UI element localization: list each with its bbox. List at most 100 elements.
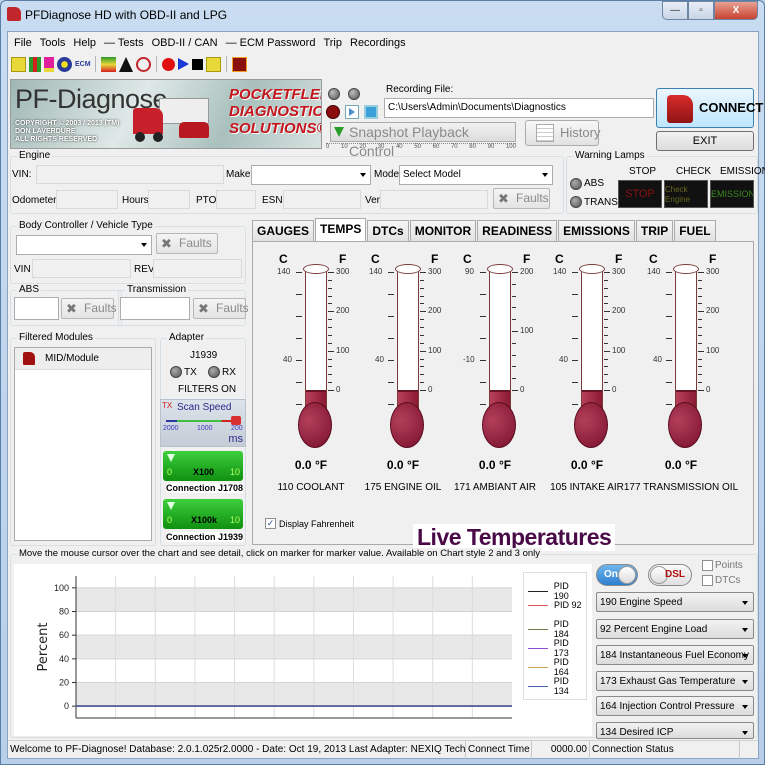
play-button[interactable] xyxy=(345,105,359,119)
gear-icon[interactable] xyxy=(57,56,72,72)
f-major-tick xyxy=(328,350,334,352)
vin-field[interactable] xyxy=(36,165,224,184)
pto-field[interactable] xyxy=(216,190,256,209)
pid-select-1[interactable]: 190 Engine Speed xyxy=(596,592,754,612)
recording-file-input[interactable]: C:\Users\Admin\Documents\Diagnostics xyxy=(384,98,654,118)
chart-icon[interactable] xyxy=(101,56,116,72)
app-window: PFDiagnose HD with OBD-II and LPG — ▫ X … xyxy=(0,0,765,765)
rx-led xyxy=(208,366,220,378)
esn-field[interactable] xyxy=(283,190,361,209)
points-label: Points xyxy=(715,560,743,571)
menu-obd-can[interactable]: OBD-II / CAN xyxy=(148,37,222,49)
c-tick-label: 140 xyxy=(553,267,567,276)
connect-button[interactable]: CONNECT xyxy=(656,88,763,128)
snapshot-playback-button[interactable]: Snapshot Playback Control xyxy=(330,122,516,159)
f-minor-tick xyxy=(328,319,332,321)
f-minor-tick xyxy=(328,327,332,329)
playback-scale[interactable]: 0 10 20 30 40 50 60 70 80 90 100 xyxy=(326,143,516,152)
tab-monitor[interactable]: MONITOR xyxy=(409,220,477,241)
vehicle-type-select[interactable] xyxy=(16,235,152,255)
pid-select-5[interactable]: 164 Injection Control Pressure xyxy=(596,696,754,716)
thermometer-cap xyxy=(579,264,605,274)
menu-recordings[interactable]: Recordings xyxy=(346,37,410,49)
engine-icon[interactable] xyxy=(136,56,151,72)
fahrenheit-label: F xyxy=(339,252,347,266)
tab-fuel[interactable]: FUEL xyxy=(674,220,716,241)
tab-temps[interactable]: TEMPS xyxy=(315,218,367,241)
engine-faults-button[interactable]: ✖ Faults xyxy=(493,188,550,209)
points-checkbox[interactable] xyxy=(702,560,713,571)
rev-label: REV xyxy=(134,264,155,275)
f-minor-tick xyxy=(512,295,516,297)
transmission-faults-button[interactable]: ✖ Faults xyxy=(193,298,249,319)
make-select[interactable] xyxy=(251,165,371,185)
pid-select-2[interactable]: 92 Percent Engine Load xyxy=(596,619,754,639)
tab-trip[interactable]: TRIP xyxy=(635,220,674,241)
tab-emissions[interactable]: EMISSIONS xyxy=(558,220,635,241)
thermometer-bulb xyxy=(390,402,424,448)
menu-tests[interactable]: — Tests xyxy=(100,37,148,49)
chart-canvas[interactable]: 100 80 60 40 20 0 Percent PID 190 PID 92 PID 184… xyxy=(14,564,592,736)
f-tick-label: 100 xyxy=(706,345,720,355)
dsl-toggle[interactable]: DSL xyxy=(648,564,692,586)
abs-field[interactable] xyxy=(14,297,59,320)
ver-field[interactable] xyxy=(380,190,488,209)
temperature-reading: 0.0 °F xyxy=(386,458,420,472)
maximize-button[interactable]: ▫ xyxy=(688,1,714,20)
c-tick xyxy=(388,272,394,273)
menu-file[interactable]: File xyxy=(10,37,36,49)
tab-gauges[interactable]: GAUGES xyxy=(252,220,315,241)
menu-help[interactable]: Help xyxy=(69,37,100,49)
rev-field[interactable] xyxy=(153,259,242,278)
y-tick-label: 20 xyxy=(59,678,69,688)
f-minor-tick xyxy=(328,366,332,368)
connector-icon[interactable] xyxy=(29,56,41,72)
history-button[interactable]: History xyxy=(525,120,600,146)
ecm-icon[interactable]: ECM xyxy=(75,57,91,72)
celsius-label: C xyxy=(649,252,658,266)
fahrenheit-label: F xyxy=(431,252,439,266)
close-button[interactable]: X xyxy=(714,1,758,20)
play-icon[interactable] xyxy=(178,58,189,70)
faults-icon: ✖ xyxy=(66,301,77,316)
f-minor-tick xyxy=(512,354,516,356)
minimize-button[interactable]: — xyxy=(662,1,688,20)
exit-button[interactable]: EXIT xyxy=(656,131,754,151)
hours-field[interactable] xyxy=(148,190,190,209)
record-button[interactable] xyxy=(326,105,340,119)
display-fahrenheit-checkbox[interactable]: ✓ xyxy=(265,518,276,529)
odometer-field[interactable] xyxy=(56,190,118,209)
road-icon[interactable] xyxy=(119,56,133,72)
f-tick-label: 0 xyxy=(612,385,617,394)
resize-grip-icon[interactable] xyxy=(740,741,758,759)
pid-chart[interactable]: 100 80 60 40 20 0 Percent xyxy=(14,568,514,728)
body-vin-field[interactable] xyxy=(32,259,131,278)
folder-r-icon[interactable] xyxy=(206,56,221,72)
chart-on-toggle[interactable]: On xyxy=(596,564,638,586)
f-tick-label: 200 xyxy=(706,306,720,316)
pid-select-6[interactable]: 134 Desired ICP xyxy=(596,722,754,739)
modules-list[interactable]: MID/Module xyxy=(14,347,152,541)
pid-select-3[interactable]: 184 Instantaneous Fuel Economy xyxy=(596,645,754,665)
scan-speed-slider-thumb[interactable] xyxy=(231,416,241,425)
menu-ecm-password[interactable]: — ECM Password xyxy=(222,37,320,49)
transmission-field[interactable] xyxy=(120,297,190,320)
pid-select-4[interactable]: 173 Exhaust Gas Temperature xyxy=(596,671,754,691)
stop-icon[interactable] xyxy=(192,58,203,70)
tab-readiness[interactable]: READINESS xyxy=(477,220,558,241)
tab-dtcs[interactable]: DTCs xyxy=(367,220,409,241)
folder-h-icon[interactable] xyxy=(11,56,26,72)
menu-tools[interactable]: Tools xyxy=(36,37,70,49)
pink-plug-icon[interactable] xyxy=(44,56,54,72)
body-faults-button[interactable]: ✖ Faults xyxy=(156,233,218,254)
list-item[interactable]: MID/Module xyxy=(15,348,151,370)
dtcs-checkbox[interactable] xyxy=(702,575,713,586)
model-select[interactable]: Select Model xyxy=(399,165,553,185)
menu-trip[interactable]: Trip xyxy=(319,37,346,49)
record-icon[interactable] xyxy=(162,57,175,71)
scan-speed-control[interactable]: TX Scan Speed 2000 1000 200 ms xyxy=(160,399,246,447)
f-tick-label: 100 xyxy=(428,345,442,355)
abs-faults-button[interactable]: ✖ Faults xyxy=(61,298,117,319)
stop-button[interactable] xyxy=(364,105,378,119)
exit-icon[interactable] xyxy=(232,56,247,72)
